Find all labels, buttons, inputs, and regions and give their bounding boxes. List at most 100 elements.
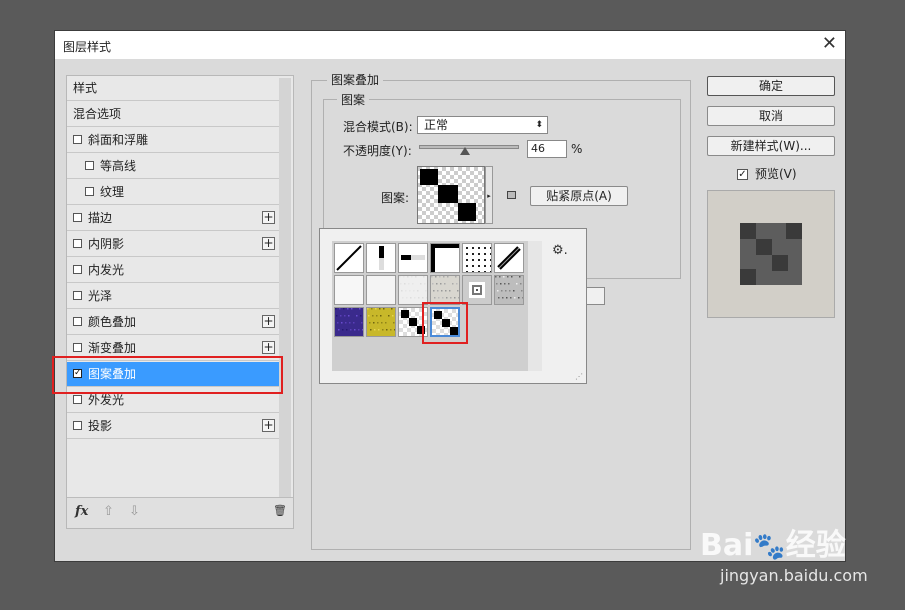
style-item[interactable]: 外发光	[67, 388, 279, 413]
style-checkbox[interactable]	[85, 161, 94, 170]
pattern-picker-popup: ⚙. ⋰	[319, 228, 587, 384]
style-item[interactable]: 颜色叠加 +	[67, 310, 279, 335]
style-checkbox[interactable]: ✓	[73, 369, 82, 378]
preview-checkbox[interactable]: ✓	[737, 169, 748, 180]
style-item-label: 等高线	[100, 159, 137, 173]
close-icon[interactable]: ✕	[822, 34, 837, 54]
pattern-grid	[332, 241, 528, 371]
pattern-tile-gray-noise[interactable]	[430, 275, 460, 305]
style-checkbox[interactable]	[73, 343, 82, 352]
pattern-tile-black-white-corner[interactable]	[430, 243, 460, 273]
pattern-tile-vertical-bar[interactable]	[366, 243, 396, 273]
style-item[interactable]: 纹理	[67, 180, 279, 205]
style-list-toolbar: fx ⇧ ⇩ 🗑	[67, 497, 293, 528]
pattern-tile-white-1[interactable]	[334, 275, 364, 305]
pattern-tile-image	[335, 276, 363, 304]
pattern-tile-checker-selected[interactable]	[430, 307, 460, 337]
pattern-dropdown-arrow-icon[interactable]: ▸	[485, 166, 493, 224]
select-arrow-icon: ⬍	[535, 120, 543, 130]
trash-icon[interactable]: 🗑	[273, 504, 287, 517]
add-effect-icon[interactable]: +	[262, 315, 275, 328]
pattern-tile-image	[399, 308, 427, 336]
style-item[interactable]: 渐变叠加 +	[67, 336, 279, 361]
title-bar[interactable]: 图层样式 ✕	[55, 31, 845, 59]
style-checkbox[interactable]	[73, 135, 82, 144]
style-checkbox[interactable]	[85, 187, 94, 196]
style-item-label: 内阴影	[88, 237, 125, 251]
style-item-label: 纹理	[100, 185, 125, 199]
style-item-label: 投影	[88, 419, 113, 433]
style-item[interactable]: 投影 +	[67, 414, 279, 439]
style-item[interactable]: 混合选项	[67, 102, 279, 127]
watermark-suffix: 经验	[785, 528, 846, 563]
pattern-tile-yellow-texture[interactable]	[366, 307, 396, 337]
style-list-scrollbar[interactable]	[279, 78, 291, 526]
style-item-label: 外发光	[88, 393, 125, 407]
pattern-tile-checker-small[interactable]	[398, 307, 428, 337]
blend-mode-select[interactable]: 正常 ⬍	[417, 116, 548, 134]
blend-mode-value: 正常	[424, 118, 449, 132]
style-item[interactable]: 样式	[67, 76, 279, 101]
watermark-brand: Bai	[700, 528, 754, 563]
dialog-title: 图层样式	[63, 40, 112, 54]
style-checkbox[interactable]	[73, 265, 82, 274]
style-checkbox[interactable]	[73, 421, 82, 430]
pattern-subgroup-title: 图案	[337, 91, 370, 108]
style-checkbox[interactable]	[73, 239, 82, 248]
pattern-tile-diagonal-stripe[interactable]	[494, 243, 524, 273]
pattern-swatch[interactable]	[417, 166, 485, 224]
pattern-picker-scrollbar[interactable]	[528, 241, 542, 371]
pattern-tile-image	[431, 276, 459, 304]
style-checkbox[interactable]	[73, 395, 82, 404]
move-down-icon[interactable]: ⇩	[129, 504, 140, 519]
opacity-input[interactable]: 46	[527, 140, 567, 158]
style-item[interactable]: 等高线	[67, 154, 279, 179]
pattern-tile-image	[367, 276, 395, 304]
cancel-button[interactable]: 取消	[707, 106, 835, 126]
pattern-tile-image	[367, 244, 395, 272]
pattern-tile-image	[495, 244, 523, 272]
pattern-tile-light-texture[interactable]	[398, 275, 428, 305]
new-style-button[interactable]: 新建样式(W)...	[707, 136, 835, 156]
pattern-tile-white-2[interactable]	[366, 275, 396, 305]
blend-mode-label: 混合模式(B):	[343, 120, 413, 134]
pattern-tile-image	[399, 244, 427, 272]
preview-thumbnail	[707, 190, 835, 318]
style-checkbox[interactable]	[73, 317, 82, 326]
style-item-label: 光泽	[88, 289, 113, 303]
watermark-logo: Bai🐾经验	[700, 520, 846, 564]
ok-button[interactable]: 确定	[707, 76, 835, 96]
style-item-label: 内发光	[88, 263, 125, 277]
pattern-tile-image	[335, 244, 363, 272]
add-effect-icon[interactable]: +	[262, 237, 275, 250]
pattern-tile-dots[interactable]	[462, 243, 492, 273]
pattern-tile-purple-texture[interactable]	[334, 307, 364, 337]
style-item-label: 颜色叠加	[88, 315, 137, 329]
style-item[interactable]: 内发光	[67, 258, 279, 283]
style-checkbox[interactable]	[73, 213, 82, 222]
pattern-tile-gray-marble[interactable]	[494, 275, 524, 305]
opacity-slider-knob[interactable]	[460, 147, 470, 155]
opacity-label: 不透明度(Y):	[343, 144, 412, 158]
add-effect-icon[interactable]: +	[262, 419, 275, 432]
opacity-unit: %	[571, 142, 583, 156]
add-effect-icon[interactable]: +	[262, 211, 275, 224]
add-effect-icon[interactable]: +	[262, 341, 275, 354]
move-up-icon[interactable]: ⇧	[103, 504, 114, 519]
style-item[interactable]: 光泽	[67, 284, 279, 309]
resize-grip-icon[interactable]: ⋰	[575, 372, 583, 381]
style-item[interactable]: 描边 +	[67, 206, 279, 231]
pattern-tile-concentric-squares[interactable]	[462, 275, 492, 305]
style-item[interactable]: 内阴影 +	[67, 232, 279, 257]
fx-icon[interactable]: fx	[75, 504, 88, 519]
pattern-tile-horizontal-bar[interactable]	[398, 243, 428, 273]
style-list: 样式 混合选项 斜面和浮雕 等高线 纹理 描边 + 内阴影 + 内发光 光泽 颜色叠加 + 渐变叠加 + ✓ 图…	[66, 75, 294, 529]
gear-icon[interactable]: ⚙.	[552, 243, 568, 258]
pattern-tile-diagonal-lines[interactable]	[334, 243, 364, 273]
style-checkbox[interactable]	[73, 291, 82, 300]
new-preset-icon[interactable]	[507, 191, 516, 199]
style-item[interactable]: 斜面和浮雕	[67, 128, 279, 153]
style-item[interactable]: ✓ 图案叠加	[67, 362, 279, 387]
snap-to-origin-button[interactable]: 贴紧原点(A)	[530, 186, 628, 206]
paw-icon: 🐾	[753, 532, 786, 562]
